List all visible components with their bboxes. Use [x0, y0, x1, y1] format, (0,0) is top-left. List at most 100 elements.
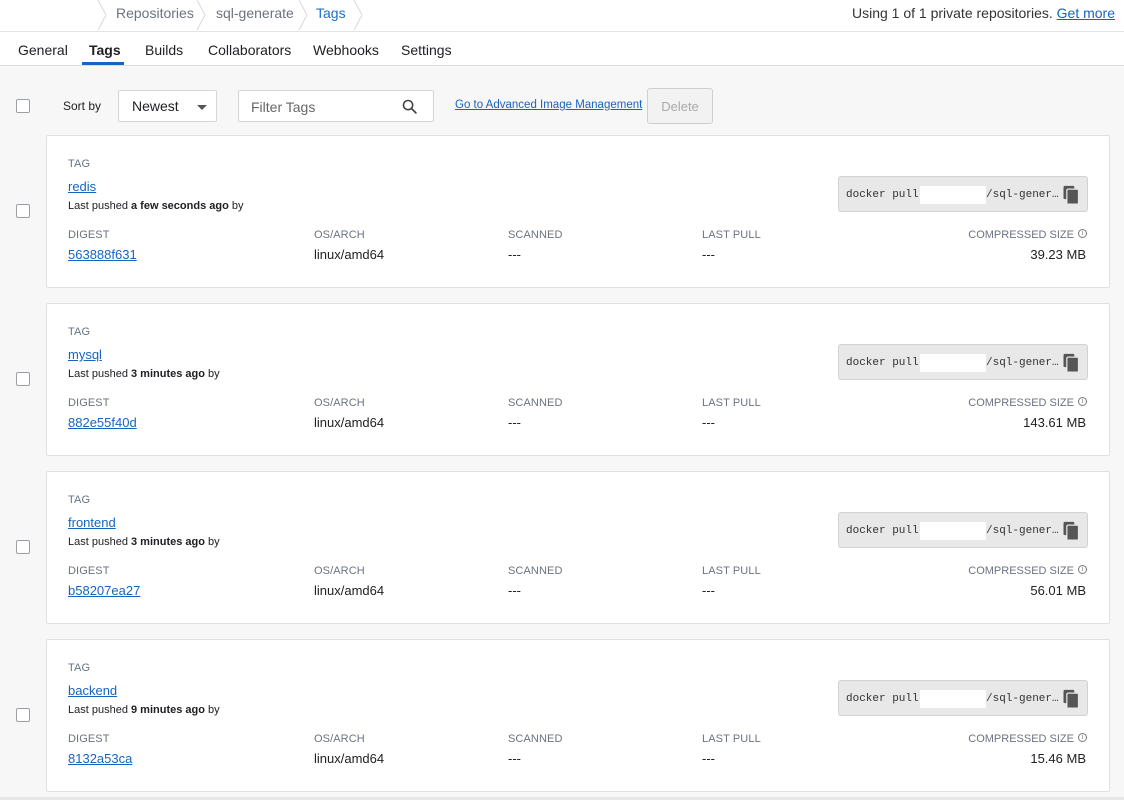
scanned-label: SCANNED — [508, 733, 563, 745]
search-icon[interactable] — [401, 98, 418, 115]
compressed-size-value: 143.61 MB — [1023, 415, 1086, 430]
tab-tags[interactable]: Tags — [89, 42, 121, 58]
os-arch-value: linux/amd64 — [314, 247, 385, 262]
last-pull-label: LAST PULL — [702, 565, 761, 577]
copy-icon[interactable] — [1061, 185, 1081, 205]
digest-label: DIGEST — [68, 565, 110, 577]
pull-command-repo: /sql-gener… — [986, 693, 1059, 705]
docker-pull-command[interactable]: docker pull /sql-gener… — [838, 680, 1088, 716]
tab-general[interactable]: General — [18, 42, 68, 58]
redacted-namespace — [920, 690, 986, 708]
pull-command-text: docker pull — [846, 357, 919, 369]
os-arch-label: OS/ARCH — [314, 397, 365, 409]
private-repo-quota: Using 1 of 1 private repositories. Get m… — [852, 5, 1115, 21]
scanned-label: SCANNED — [508, 397, 563, 409]
breadcrumb: Repositories sql-generate Tags Using 1 o… — [0, 0, 1124, 32]
info-icon[interactable]: i — [1078, 565, 1087, 574]
compressed-size-label: COMPRESSED SIZE — [968, 229, 1074, 241]
tab-collaborators[interactable]: Collaborators — [208, 42, 291, 58]
os-arch-value: linux/amd64 — [314, 415, 385, 430]
get-more-link[interactable]: Get more — [1057, 5, 1115, 21]
scanned-value: --- — [508, 751, 521, 766]
tab-builds[interactable]: Builds — [145, 42, 183, 58]
tag-checkbox[interactable] — [16, 540, 30, 554]
digest-label: DIGEST — [68, 397, 110, 409]
tag-checkbox[interactable] — [16, 708, 30, 722]
tag-checkbox[interactable] — [16, 204, 30, 218]
docker-pull-command[interactable]: docker pull /sql-gener… — [838, 512, 1088, 548]
last-pushed-text: Last pushed a few seconds ago by — [68, 200, 244, 212]
tab-webhooks[interactable]: Webhooks — [313, 42, 379, 58]
pull-command-repo: /sql-gener… — [986, 189, 1059, 201]
filter-tags-field[interactable] — [238, 90, 434, 122]
quota-text: Using 1 of 1 private repositories. — [851, 5, 1053, 21]
digest-link[interactable]: b58207ea27 — [68, 583, 140, 598]
repository-tabs: General Tags Builds Collaborators Webhoo… — [0, 32, 1124, 66]
delete-button[interactable]: Delete — [647, 88, 713, 124]
os-arch-label: OS/ARCH — [314, 733, 365, 745]
copy-icon[interactable] — [1061, 353, 1081, 373]
sort-by-label: Sort by — [63, 99, 102, 113]
last-pull-value: --- — [702, 751, 715, 766]
breadcrumb-repository[interactable]: sql-generate — [216, 0, 294, 28]
breadcrumb-separator — [196, 0, 206, 30]
tab-settings[interactable]: Settings — [401, 42, 452, 58]
select-all-checkbox[interactable] — [16, 99, 30, 113]
compressed-size-value: 15.46 MB — [1030, 751, 1086, 766]
tag-label: TAG — [68, 326, 91, 338]
tag-name-link[interactable]: backend — [68, 683, 117, 698]
os-arch-value: linux/amd64 — [314, 751, 385, 766]
compressed-size-value: 56.01 MB — [1030, 583, 1086, 598]
last-pushed-text: Last pushed 3 minutes ago by — [68, 536, 220, 548]
digest-label: DIGEST — [68, 229, 110, 241]
tag-name-link[interactable]: redis — [68, 179, 96, 194]
redacted-namespace — [920, 186, 986, 204]
last-pushed-text: Last pushed 9 minutes ago by — [68, 704, 220, 716]
digest-label: DIGEST — [68, 733, 110, 745]
docker-pull-command[interactable]: docker pull /sql-gener… — [838, 176, 1088, 212]
compressed-size-value: 39.23 MB — [1030, 247, 1086, 262]
pull-command-repo: /sql-gener… — [986, 357, 1059, 369]
tag-name-link[interactable]: mysql — [68, 347, 102, 362]
info-icon[interactable]: i — [1078, 229, 1087, 238]
sort-select[interactable]: Newest — [118, 90, 217, 122]
tag-label: TAG — [68, 662, 91, 674]
copy-icon[interactable] — [1061, 521, 1081, 541]
tag-card: TAG backend Last pushed 9 minutes ago by… — [46, 639, 1110, 792]
breadcrumb-separator — [97, 0, 107, 30]
scanned-value: --- — [508, 583, 521, 598]
os-arch-value: linux/amd64 — [314, 583, 385, 598]
filter-tags-input[interactable] — [251, 97, 401, 117]
pull-command-repo: /sql-gener… — [986, 525, 1059, 537]
info-icon[interactable]: i — [1078, 733, 1087, 742]
tag-checkbox[interactable] — [16, 372, 30, 386]
breadcrumb-tags[interactable]: Tags — [316, 0, 346, 28]
advanced-image-management-link[interactable]: Go to Advanced Image Management — [455, 99, 642, 111]
docker-pull-command[interactable]: docker pull /sql-gener… — [838, 344, 1088, 380]
redacted-namespace — [920, 522, 986, 540]
redacted-namespace — [920, 354, 986, 372]
last-pushed-text: Last pushed 3 minutes ago by — [68, 368, 220, 380]
scanned-label: SCANNED — [508, 565, 563, 577]
pull-command-text: docker pull — [846, 525, 919, 537]
compressed-size-label: COMPRESSED SIZE — [968, 733, 1074, 745]
last-pull-label: LAST PULL — [702, 229, 761, 241]
digest-link[interactable]: 563888f631 — [68, 247, 137, 262]
last-pull-value: --- — [702, 247, 715, 262]
os-arch-label: OS/ARCH — [314, 565, 365, 577]
info-icon[interactable]: i — [1078, 397, 1087, 406]
tag-label: TAG — [68, 494, 91, 506]
tag-name-link[interactable]: frontend — [68, 515, 116, 530]
compressed-size-label: COMPRESSED SIZE — [968, 565, 1074, 577]
breadcrumb-separator — [353, 0, 363, 30]
sort-select-value: Newest — [132, 98, 179, 114]
scanned-value: --- — [508, 415, 521, 430]
digest-link[interactable]: 882e55f40d — [68, 415, 137, 430]
breadcrumb-repositories[interactable]: Repositories — [116, 0, 194, 28]
copy-icon[interactable] — [1061, 689, 1081, 709]
pull-command-text: docker pull — [846, 189, 919, 201]
digest-link[interactable]: 8132a53ca — [68, 751, 132, 766]
os-arch-label: OS/ARCH — [314, 229, 365, 241]
last-pull-label: LAST PULL — [702, 733, 761, 745]
compressed-size-label: COMPRESSED SIZE — [968, 397, 1074, 409]
